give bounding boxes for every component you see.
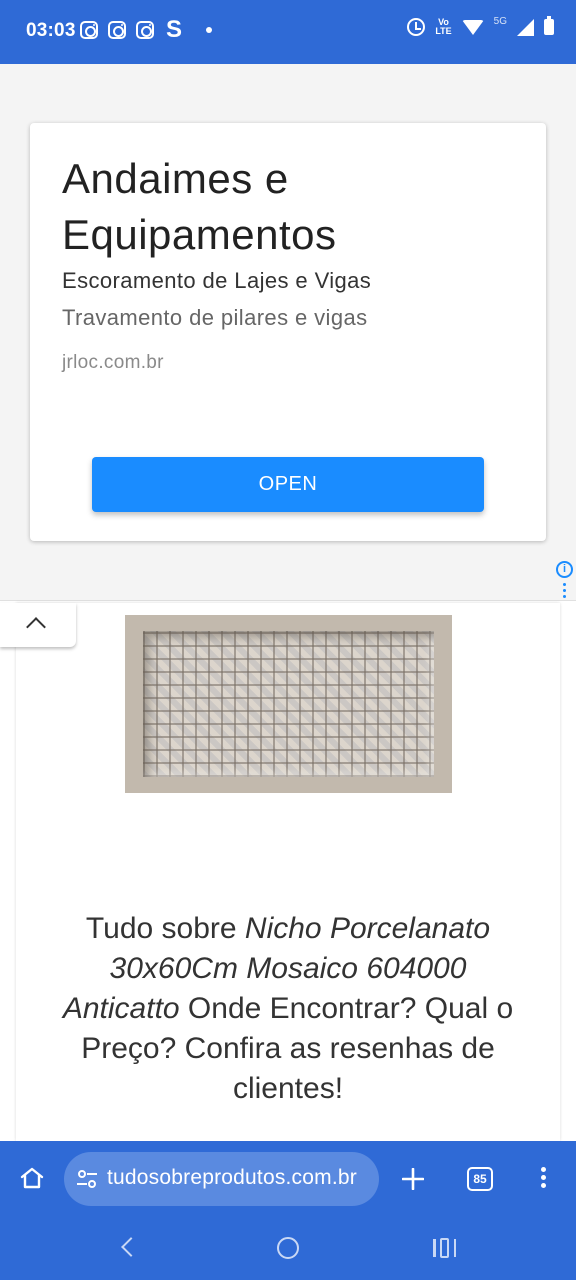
headline-prefix: Tudo sobre bbox=[85, 912, 245, 945]
home-icon[interactable] bbox=[20, 1167, 44, 1189]
more-vert-icon[interactable] bbox=[541, 1167, 547, 1191]
more-notifications-dot bbox=[206, 27, 213, 33]
ad-description: Travamento de pilares e vigas bbox=[62, 305, 368, 330]
ad-subtitle: Escoramento de Lajes e Vigas bbox=[62, 268, 372, 293]
battery-icon bbox=[544, 16, 554, 35]
system-icons: Vo LTE 5G bbox=[407, 15, 554, 36]
ad-domain: jrloc.com.br bbox=[62, 352, 164, 373]
ad-options-icon[interactable] bbox=[563, 583, 567, 601]
back-icon[interactable] bbox=[121, 1237, 141, 1257]
recents-icon[interactable] bbox=[433, 1238, 456, 1258]
network-type-label: 5G bbox=[493, 15, 507, 27]
url-text[interactable]: tudosobreprodutos.com.br bbox=[107, 1166, 357, 1190]
chevron-up-icon bbox=[26, 617, 46, 637]
site-settings-icon[interactable] bbox=[76, 1169, 98, 1189]
wifi-icon bbox=[461, 19, 484, 35]
alarm-icon bbox=[407, 18, 426, 36]
volte-bottom-label: LTE bbox=[435, 26, 452, 36]
address-bar[interactable]: tudosobreprodutos.com.br bbox=[64, 1152, 379, 1206]
ad-card[interactable]: Andaimes e Equipamentos Escoramento de L… bbox=[30, 123, 546, 541]
plus-icon[interactable] bbox=[402, 1168, 424, 1190]
signal-icon bbox=[517, 18, 534, 36]
tabs-icon[interactable]: 85 bbox=[467, 1167, 493, 1191]
status-bar: 03:03 S Vo LTE 5G bbox=[0, 0, 576, 64]
volte-icon: Vo LTE bbox=[435, 18, 451, 36]
browser-toolbar: tudosobreprodutos.com.br 85 bbox=[0, 1141, 576, 1217]
product-image[interactable] bbox=[125, 615, 452, 793]
status-time: 03:03 bbox=[26, 20, 76, 41]
home-circle-icon[interactable] bbox=[277, 1237, 299, 1259]
collapse-ad-button[interactable] bbox=[0, 603, 76, 647]
system-nav-bar bbox=[0, 1217, 576, 1280]
ad-title[interactable]: Andaimes e Equipamentos bbox=[62, 151, 522, 263]
instagram-icon bbox=[80, 21, 98, 39]
mosaic-niche bbox=[143, 631, 434, 777]
ad-open-button[interactable]: OPEN bbox=[92, 457, 484, 512]
s-app-icon: S bbox=[166, 16, 183, 43]
notification-icons: S bbox=[80, 16, 213, 43]
article-content: Tudo sobre Nicho Porcelanato 30x60Cm Mos… bbox=[16, 603, 560, 1141]
ad-container: Andaimes e Equipamentos Escoramento de L… bbox=[0, 64, 576, 601]
instagram-icon bbox=[136, 21, 154, 39]
adchoices-icon[interactable]: i bbox=[556, 561, 573, 578]
article-headline: Tudo sobre Nicho Porcelanato 30x60Cm Mos… bbox=[56, 909, 520, 1109]
instagram-icon bbox=[108, 21, 126, 39]
